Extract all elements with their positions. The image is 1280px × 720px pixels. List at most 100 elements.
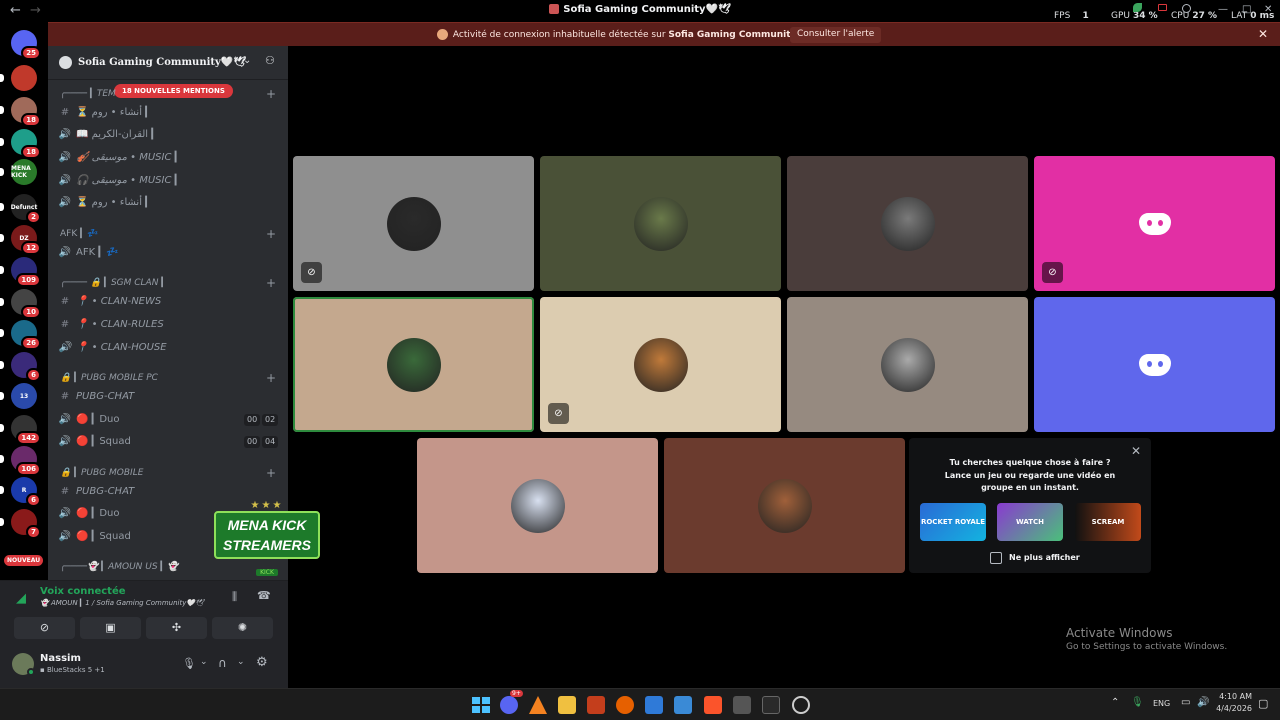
- microphone-icon[interactable]: 🎙: [1131, 697, 1144, 708]
- channel-4[interactable]: 🔊 🎧 موسيقى • MUSIC ▎: [58, 173, 278, 189]
- user-name: Nassim: [40, 653, 81, 664]
- firefox-icon[interactable]: [616, 696, 634, 714]
- settings-gear-icon[interactable]: ⚙: [256, 655, 268, 670]
- participant-tile[interactable]: [1034, 297, 1275, 432]
- server-icon[interactable]: 6: [0, 352, 41, 382]
- server-icon[interactable]: R6: [0, 477, 41, 507]
- disconnect-icon[interactable]: ☎: [257, 589, 271, 602]
- add-channel-icon[interactable]: +: [266, 371, 276, 385]
- notification-icon[interactable]: ▢: [1258, 697, 1268, 710]
- channel-clan-house[interactable]: 🔊 📍 • CLAN-HOUSE: [58, 340, 278, 356]
- network-icon[interactable]: ▭: [1181, 697, 1190, 708]
- add-channel-icon[interactable]: +: [266, 466, 276, 480]
- toggle-camera-button[interactable]: ⊘: [14, 617, 75, 639]
- participant-tile[interactable]: [787, 156, 1028, 291]
- app-icon[interactable]: [792, 696, 810, 714]
- server-icon[interactable]: 25: [11, 30, 41, 60]
- add-channel-icon[interactable]: +: [266, 87, 276, 101]
- server-icon[interactable]: MENA KICK: [0, 159, 37, 185]
- inbox-icon[interactable]: [1158, 4, 1167, 11]
- chevron-down-icon[interactable]: ⌄: [237, 657, 245, 667]
- server-icon[interactable]: DZ 12: [0, 225, 41, 255]
- server-icon[interactable]: [0, 65, 37, 91]
- activities-button[interactable]: ✣: [146, 617, 207, 639]
- category-afk[interactable]: AFK ▎💤 +: [60, 227, 276, 241]
- signal-icon: ◢: [16, 591, 26, 606]
- channel-clan-news[interactable]: # 📍 • CLAN-NEWS: [58, 294, 278, 310]
- channel-1[interactable]: # ⏳ أنشاء • روم ▎: [58, 105, 278, 121]
- server-icon[interactable]: 106: [0, 446, 41, 476]
- game-rocket-royale[interactable]: ROCKET ROYALE: [920, 503, 986, 541]
- channel-2[interactable]: 🔊 📖 القران-الكريم ▎: [58, 127, 278, 143]
- game-watch-together[interactable]: WATCH TOGETHER: [997, 503, 1063, 541]
- volume-icon[interactable]: 🔊: [1197, 697, 1209, 708]
- chevron-down-icon[interactable]: ⌄: [200, 657, 208, 667]
- powerpoint-icon[interactable]: [587, 696, 605, 714]
- server-icon[interactable]: 13: [0, 383, 37, 409]
- clock-time[interactable]: 4:10 AM: [1212, 692, 1252, 701]
- share-screen-button[interactable]: ▣: [80, 617, 141, 639]
- noise-suppression-icon[interactable]: ⫼: [232, 590, 237, 604]
- close-card-icon[interactable]: ✕: [1131, 444, 1141, 458]
- participant-tile[interactable]: [540, 156, 781, 291]
- participant-tile[interactable]: ⊘: [540, 297, 781, 432]
- participant-tile[interactable]: ⊘: [1034, 156, 1275, 291]
- terminal-icon[interactable]: [762, 696, 780, 714]
- language-indicator[interactable]: ENG: [1153, 699, 1170, 708]
- participant-tile[interactable]: [664, 438, 905, 573]
- server-icon[interactable]: 7: [0, 509, 41, 539]
- channel-pubg-chat-pc[interactable]: # PUBG-CHAT: [58, 389, 278, 405]
- channel-5[interactable]: 🔊 ⏳ أنشاء • روم ▎: [58, 195, 278, 211]
- add-member-icon[interactable]: ⚇: [265, 54, 275, 67]
- discord-taskbar-icon[interactable]: 9+: [500, 690, 523, 714]
- help-icon[interactable]: [1182, 4, 1191, 13]
- start-tile: [482, 706, 490, 713]
- server-header[interactable]: Sofia Gaming Community🤍🕊 ⌄ ⚇: [48, 46, 288, 80]
- server-icon[interactable]: 109: [0, 257, 41, 287]
- view-alert-button[interactable]: Consulter l'alerte: [790, 27, 882, 43]
- server-icon[interactable]: 18: [0, 129, 41, 159]
- channel-afk[interactable]: 🔊 AFK ▎💤: [58, 245, 278, 261]
- participant-tile[interactable]: [293, 297, 534, 432]
- channel-clan-rules[interactable]: # 📍 • CLAN-RULES: [58, 317, 278, 333]
- start-icon[interactable]: [471, 696, 490, 714]
- chevron-down-icon[interactable]: ⌄: [243, 55, 251, 66]
- avatar[interactable]: [12, 653, 35, 676]
- microphone-icon[interactable]: 🎙: [182, 657, 196, 670]
- participant-tile[interactable]: [787, 297, 1028, 432]
- chevron-up-icon[interactable]: ⌃: [1111, 697, 1119, 708]
- close-window-icon[interactable]: ✕: [1264, 4, 1272, 15]
- channel-3[interactable]: 🔊 🎻 موسيقى • MUSIC ▎: [58, 150, 278, 166]
- participant-tile[interactable]: [417, 438, 658, 573]
- participant-tile[interactable]: ⊘: [293, 156, 534, 291]
- server-icon[interactable]: 10: [0, 289, 41, 319]
- add-channel-icon[interactable]: +: [266, 227, 276, 241]
- new-server-badge[interactable]: NOUVEAU: [4, 555, 44, 566]
- server-icon[interactable]: Defunct 2: [0, 194, 41, 224]
- minimize-icon[interactable]: —: [1218, 4, 1228, 15]
- add-channel-icon[interactable]: +: [266, 276, 276, 290]
- voice-channel-name[interactable]: 👻 AMOUN ▎1 / Sofia Gaming Community🤍🕊: [40, 599, 204, 607]
- maximize-icon[interactable]: □: [1242, 4, 1251, 15]
- gamepad-icon: ▪: [40, 666, 47, 674]
- category-sgm-clan[interactable]: ╭──── 🔒 ▎SGM CLAN ▎ +: [60, 276, 276, 290]
- server-icon[interactable]: 18: [0, 97, 41, 127]
- soundboard-button[interactable]: ✺: [212, 617, 273, 639]
- category-pubg-mobile[interactable]: 🔒 ▎PUBG MOBILE +: [60, 466, 276, 480]
- category-tem[interactable]: ╭──── ▎TEM +: [60, 87, 276, 101]
- close-banner-icon[interactable]: ✕: [1258, 27, 1268, 41]
- vlc-icon[interactable]: [529, 696, 547, 714]
- brave-icon[interactable]: [704, 696, 722, 714]
- app-icon[interactable]: [674, 696, 692, 714]
- server-icon[interactable]: 26: [0, 320, 41, 350]
- clock-date[interactable]: 4/4/2026: [1212, 704, 1252, 713]
- category-pubg-pc[interactable]: 🔒 ▎PUBG MOBILE PC +: [60, 371, 276, 385]
- server-icon[interactable]: 142: [0, 415, 41, 445]
- channel-pubg-chat-mobile[interactable]: # PUBG-CHAT: [58, 484, 278, 500]
- app-icon[interactable]: [733, 696, 751, 714]
- headphones-icon[interactable]: ∩: [218, 656, 227, 670]
- dont-show-checkbox[interactable]: [990, 552, 1002, 564]
- store-icon[interactable]: [645, 696, 663, 714]
- file-explorer-icon[interactable]: [558, 696, 576, 714]
- game-scream[interactable]: SCREAM: [1075, 503, 1141, 541]
